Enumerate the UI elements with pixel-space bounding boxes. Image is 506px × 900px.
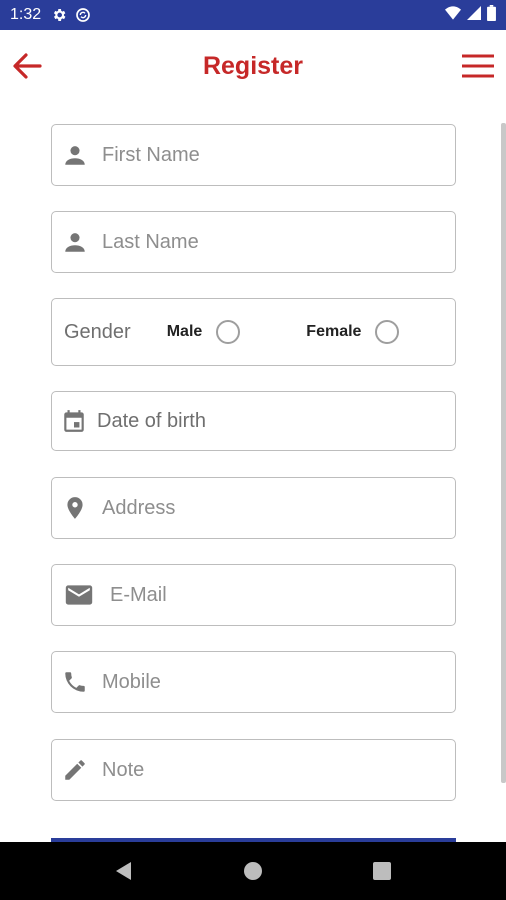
back-button[interactable] xyxy=(10,50,44,82)
nav-back-button[interactable] xyxy=(104,851,144,891)
male-radio[interactable] xyxy=(216,320,241,344)
address-field[interactable]: Address xyxy=(51,477,456,539)
page-title: Register xyxy=(202,52,304,80)
arrow-left-icon xyxy=(13,53,42,79)
female-radio[interactable] xyxy=(375,320,400,344)
phone-icon xyxy=(62,669,88,695)
gender-option-male[interactable]: Male xyxy=(167,320,241,344)
menu-button[interactable] xyxy=(460,50,496,82)
settings-icon xyxy=(51,7,67,23)
location-pin-icon xyxy=(62,495,88,521)
mobile-placeholder: Mobile xyxy=(102,670,161,693)
email-field[interactable]: E-Mail xyxy=(51,564,456,626)
address-placeholder: Address xyxy=(102,496,176,519)
calendar-icon xyxy=(61,408,87,434)
home-circle-icon xyxy=(243,862,262,880)
sync-icon xyxy=(75,7,91,23)
recents-square-icon xyxy=(372,862,391,880)
first-name-field[interactable]: First Name xyxy=(51,124,456,186)
date-of-birth-field[interactable]: Date of birth xyxy=(51,391,456,451)
nav-recents-button[interactable] xyxy=(362,851,402,891)
last-name-field[interactable]: Last Name xyxy=(51,211,456,273)
app-bar: Register xyxy=(0,30,506,102)
gender-label: Gender xyxy=(64,320,131,343)
nav-home-button[interactable] xyxy=(233,851,273,891)
date-of-birth-placeholder: Date of birth xyxy=(97,409,206,432)
signal-icon xyxy=(467,5,481,25)
pencil-icon xyxy=(62,757,88,783)
last-name-placeholder: Last Name xyxy=(102,230,199,253)
status-bar: 1:32 xyxy=(0,0,506,30)
scrollbar[interactable] xyxy=(501,123,506,783)
note-field[interactable]: Note xyxy=(51,739,456,801)
status-time: 1:32 xyxy=(10,6,42,23)
mobile-field[interactable]: Mobile xyxy=(51,651,456,713)
email-placeholder: E-Mail xyxy=(110,583,167,606)
male-label: Male xyxy=(166,323,203,340)
gender-option-female[interactable]: Female xyxy=(306,320,400,344)
wifi-icon xyxy=(445,5,461,25)
note-placeholder: Note xyxy=(102,758,145,781)
back-triangle-icon xyxy=(116,862,132,880)
hamburger-menu-icon xyxy=(462,54,494,78)
battery-icon xyxy=(487,4,496,26)
person-icon xyxy=(62,142,88,168)
mail-icon xyxy=(64,582,94,608)
female-label: Female xyxy=(306,323,362,340)
first-name-placeholder: First Name xyxy=(102,143,200,166)
system-nav-bar xyxy=(0,842,506,900)
gender-field: Gender Male Female xyxy=(51,298,456,366)
person-icon xyxy=(62,229,88,255)
